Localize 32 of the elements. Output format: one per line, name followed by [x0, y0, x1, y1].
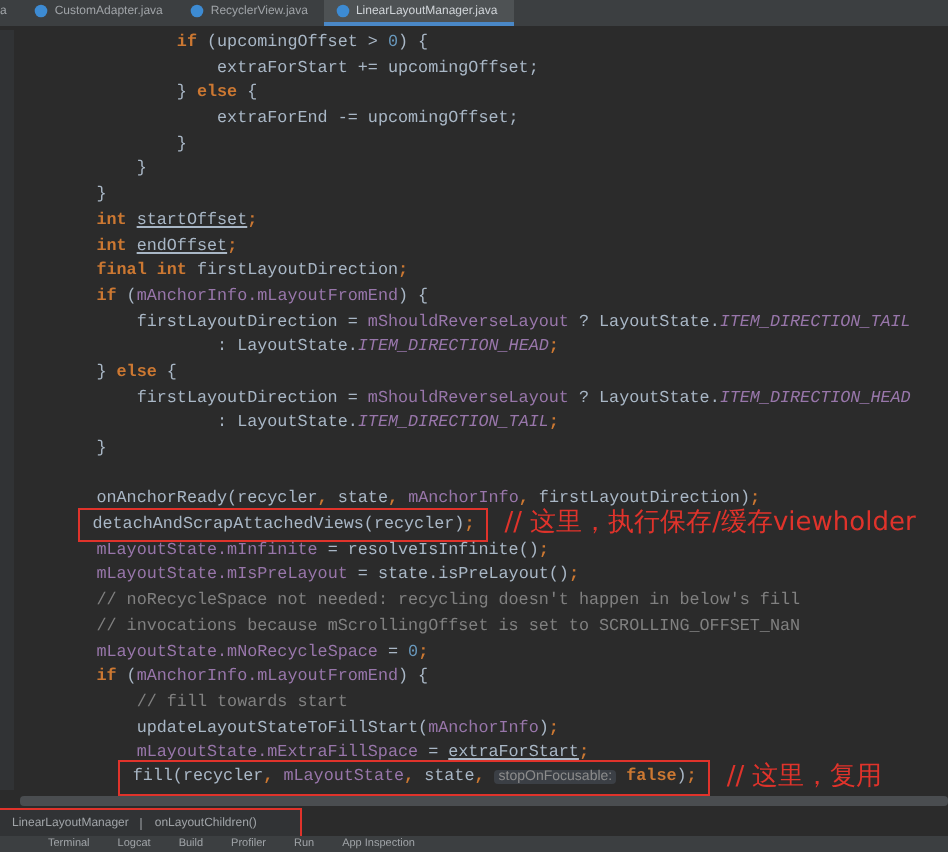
- java-class-icon: [335, 4, 350, 18]
- horizontal-scrollbar[interactable]: [20, 796, 948, 806]
- code-line: }: [174, 131, 189, 158]
- code-line: firstLayoutDirection = mShouldReverseLayout ? LayoutState.ITEM_DIRECTION_TAIL: [134, 309, 913, 336]
- code-line: } else {: [94, 359, 179, 386]
- code-line: if (mAnchorInfo.mLayoutFromEnd) {: [94, 664, 431, 691]
- code-line: }: [94, 182, 109, 209]
- code-line: mLayoutState.mNoRecycleSpace = 0;: [94, 639, 431, 665]
- code-line: updateLayoutStateToFillStart(mAnchorInfo);: [134, 715, 561, 742]
- code-line: onAnchorReady(recycler, state, mAnchorInfo, firstLayoutDirection);: [94, 486, 762, 509]
- code-line: // noRecycleSpace not needed: recycling doesn't happen in below's fill: [94, 588, 803, 615]
- code-line: if (mAnchorInfo.mLayoutFromEnd) {: [94, 283, 431, 310]
- code-line: : LayoutState.ITEM_DIRECTION_TAIL;: [215, 410, 561, 437]
- annotation-note: // 这里，执行保存/缓存viewholder: [504, 512, 916, 538]
- code-line: final int firstLayoutDirection;: [94, 258, 411, 285]
- annotation-note: // 这里，复用: [726, 765, 883, 792]
- code-line: } else {: [174, 80, 260, 107]
- java-class-icon: [190, 4, 205, 18]
- code-line: }: [134, 156, 149, 183]
- java-class-icon: [34, 4, 49, 18]
- code-line: // invocations because mScrollingOffset is set to SCROLLING_OFFSET_NaN: [94, 613, 803, 640]
- code-line: // fill towards start: [134, 689, 350, 716]
- code-line: int endOffset;: [94, 233, 240, 259]
- code-line: int startOffset;: [94, 207, 260, 234]
- code-line: mLayoutState.mIsPreLayout = state.isPreLayout();: [94, 562, 581, 589]
- code-line: }: [94, 436, 109, 462]
- code-line: : LayoutState.ITEM_DIRECTION_HEAD;: [215, 334, 561, 361]
- code-line: extraForEnd -= upcomingOffset;: [215, 106, 521, 133]
- code-line: if (upcomingOffset > 0) {: [174, 30, 431, 56]
- code-line: firstLayoutDirection = mShouldReverseLayout ? LayoutState.ITEM_DIRECTION_HEAD: [134, 385, 913, 412]
- code-line: mLayoutState.mInfinite = resolveIsInfinite();: [94, 537, 551, 564]
- code-line: extraForStart += upcomingOffset;: [215, 55, 541, 82]
